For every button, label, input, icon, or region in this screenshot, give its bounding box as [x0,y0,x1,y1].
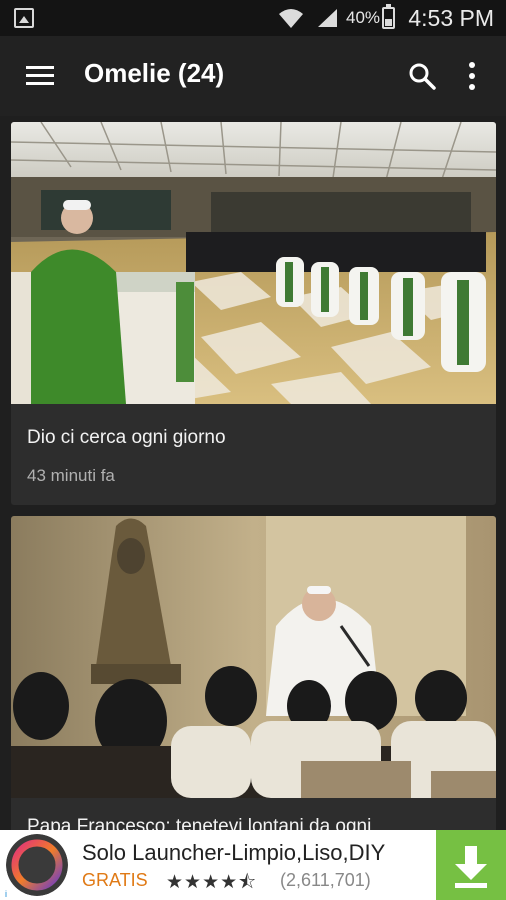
search-icon[interactable] [408,62,436,90]
status-bar: 40% 4:53 PM [0,0,506,36]
homily-photo [11,516,496,798]
card-title: Dio ci cerca ogni giorno [27,427,226,448]
download-icon [455,846,487,888]
download-button[interactable] [436,830,506,900]
battery-icon [382,4,395,29]
solo-launcher-icon [6,834,68,896]
ad-price: GRATIS [82,870,148,890]
app-bar: Omelie (24) [0,36,506,116]
wifi-icon [279,9,303,28]
ad-info-icon[interactable]: i [0,888,12,900]
rating-count: (2,611,701) [280,870,371,890]
rating-stars: ★★★★⯪ [166,872,258,893]
homily-photo [11,122,496,404]
homily-card[interactable]: Dio ci cerca ogni giorno 43 minuti fa [11,122,496,505]
status-time: 4:53 PM [408,5,494,31]
card-timestamp: 43 minuti fa [27,466,115,485]
homily-card[interactable]: Papa Francesco: tenetevi lontani da ogni [11,516,496,846]
ad-title: Solo Launcher-Limpio,Liso,DIY [82,840,386,865]
ad-banner[interactable]: Solo Launcher-Limpio,Liso,DIY GRATIS ★★★… [0,830,506,900]
menu-icon[interactable] [26,66,54,86]
signal-icon [318,9,337,27]
battery-percent: 40% [346,8,381,27]
notification-icon [14,8,34,28]
page-title: Omelie (24) [84,58,225,88]
more-vert-icon[interactable] [466,62,478,90]
